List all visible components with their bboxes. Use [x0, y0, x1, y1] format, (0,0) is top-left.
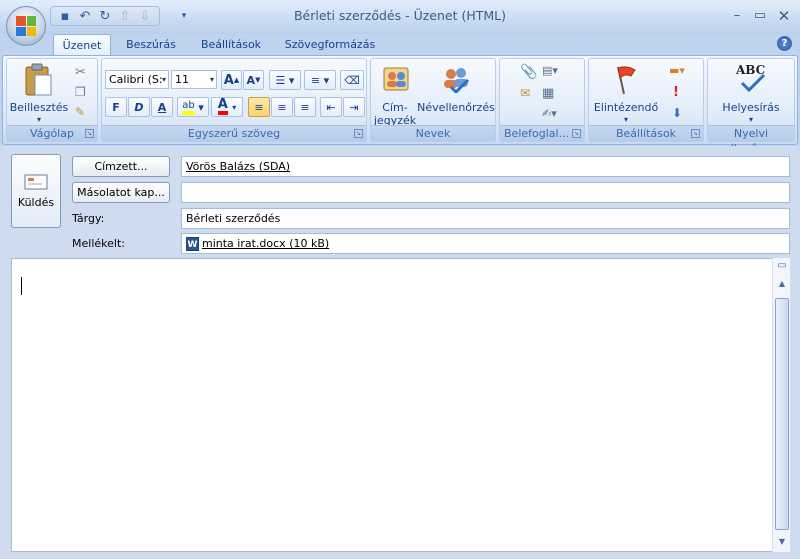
basic-text-launcher-icon[interactable]: ↘ — [354, 129, 363, 138]
send-label: Küldés — [17, 195, 55, 209]
chevron-down-icon: ▾ — [209, 75, 214, 84]
ribbon-tabs: Üzenet Beszúrás Beállítások Szövegformáz… — [0, 34, 800, 56]
attach-file-icon[interactable]: 📎 — [520, 64, 537, 80]
scroll-up-icon[interactable]: ▲ — [774, 276, 790, 292]
spelling-button[interactable]: ABC Helyesírás ▾ — [710, 61, 792, 125]
vertical-scrollbar[interactable]: ▭ ▲ ▼ — [772, 258, 790, 552]
include-launcher-icon[interactable]: ↘ — [572, 129, 581, 138]
check-names-icon — [444, 68, 470, 93]
group-label-basic-text: Egyszerű szöveg — [102, 125, 366, 141]
categorize-icon[interactable]: ▬▾ — [669, 64, 685, 77]
bold-button[interactable]: F — [105, 97, 127, 117]
minimize-icon[interactable]: – — [728, 8, 746, 24]
group-label-names: Nevek — [371, 125, 495, 141]
help-icon[interactable]: ? — [777, 36, 792, 51]
flag-icon — [617, 66, 636, 95]
scroll-thumb[interactable] — [775, 298, 789, 530]
subject-field[interactable]: Bérleti szerződés — [181, 208, 790, 229]
address-book-label-1: Cím- — [382, 101, 408, 114]
group-label-options: Beállítások — [589, 125, 703, 141]
group-label-clipboard: Vágólap — [7, 125, 97, 141]
align-right-icon[interactable]: ≡ — [294, 97, 316, 117]
group-basic-text: Calibri (S: ▾ 11 ▾ A ▲ A ▼ ☰ ▾ ≡ ▾ ⌫ F D A a… — [101, 58, 367, 142]
font-name-value: Calibri (S: — [109, 73, 163, 86]
format-painter-icon[interactable]: ✎ — [75, 105, 85, 119]
word-document-icon: W — [186, 236, 199, 251]
calendar-icon[interactable]: ▦ — [542, 86, 554, 101]
high-importance-icon[interactable]: ! — [673, 85, 679, 100]
clipboard-launcher-icon[interactable]: ↘ — [85, 129, 94, 138]
decrease-indent-icon[interactable]: ⇤ — [320, 97, 342, 117]
align-center-icon[interactable]: ≡ — [271, 97, 293, 117]
increase-indent-icon[interactable]: ⇥ — [343, 97, 365, 117]
to-button[interactable]: Címzett... — [72, 156, 170, 177]
attachments-field[interactable]: W minta irat.docx (10 kB) — [181, 233, 790, 254]
paste-icon — [25, 63, 52, 96]
group-names: Cím- jegyzék Névellenőrzés Nevek — [370, 58, 496, 142]
font-color-icon[interactable]: A ▾ — [211, 97, 243, 117]
options-launcher-icon[interactable]: ↘ — [691, 129, 700, 138]
window-title: Bérleti szerződés - Üzenet (HTML) — [293, 8, 507, 23]
tab-options[interactable]: Beállítások — [192, 34, 270, 56]
chevron-down-icon: ▾ — [161, 75, 166, 84]
group-clipboard: Beillesztés ▾ ✂ ❐ ✎ Vágólap ↘ — [6, 58, 98, 142]
ribbon: Beillesztés ▾ ✂ ❐ ✎ Vágólap ↘ Calibri (S… — [2, 55, 798, 155]
paste-button[interactable]: Beillesztés ▾ — [9, 61, 69, 125]
ruler-toggle-icon[interactable]: ▭ — [774, 258, 790, 274]
cc-button[interactable]: Másolatot kap... — [72, 182, 170, 203]
tab-message[interactable]: Üzenet — [53, 34, 111, 56]
group-proofing: ABC Helyesírás ▾ Nyelvi ellenőrz... — [707, 58, 795, 155]
spelling-icon: ABC — [736, 63, 768, 95]
italic-button[interactable]: D — [128, 97, 150, 117]
highlight-icon[interactable]: ab ▾ — [177, 97, 209, 117]
business-card-icon[interactable]: ▤▾ — [542, 64, 558, 77]
font-size-value: 11 — [175, 73, 189, 86]
send-button[interactable]: Küldés — [11, 154, 61, 228]
font-size-combo[interactable]: 11 ▾ — [171, 70, 217, 89]
check-names-button[interactable]: Névellenőrzés — [417, 61, 495, 125]
office-button[interactable] — [6, 6, 46, 46]
cut-icon[interactable]: ✂ — [75, 65, 86, 80]
attached-label: Mellékelt: — [72, 237, 125, 250]
to-field[interactable]: Vörös Balázs (SDA) — [181, 156, 790, 177]
group-label-proofing: Nyelvi ellenőrz... — [708, 125, 794, 155]
shrink-font-icon[interactable]: A ▼ — [243, 70, 264, 90]
low-importance-icon[interactable]: ⬇ — [672, 106, 682, 120]
clear-formatting-icon[interactable]: ⌫ — [340, 70, 364, 90]
to-recipient[interactable]: Vörös Balázs (SDA) — [186, 160, 290, 173]
font-name-combo[interactable]: Calibri (S: ▾ — [105, 70, 169, 89]
group-include: 📎 ▤▾ ✉ ▦ ✍▾ Belefoglal... ↘ — [499, 58, 585, 142]
check-names-label: Névellenőrzés — [417, 101, 495, 114]
close-icon[interactable]: ✕ — [775, 8, 793, 24]
tab-format-text[interactable]: Szövegformázás — [278, 34, 382, 56]
envelope-icon — [24, 174, 48, 189]
tab-insert[interactable]: Beszúrás — [118, 34, 184, 56]
office-logo-icon — [16, 16, 36, 36]
scroll-down-icon[interactable]: ▼ — [774, 534, 790, 550]
group-options: Elintézendő ▾ ▬▾ ! ⬇ Beállítások ↘ — [588, 58, 704, 142]
numbering-icon[interactable]: ≡ ▾ — [304, 70, 336, 90]
follow-up-button[interactable]: Elintézendő ▾ — [591, 61, 661, 125]
address-book-icon — [383, 67, 409, 91]
text-cursor — [21, 277, 22, 295]
signature-icon[interactable]: ✍▾ — [542, 107, 557, 120]
underline-button[interactable]: A — [151, 97, 173, 117]
address-book-button[interactable]: Cím- jegyzék — [373, 61, 417, 127]
grow-font-icon[interactable]: A ▲ — [221, 70, 242, 90]
attachment-link[interactable]: minta irat.docx (10 kB) — [202, 234, 329, 253]
align-left-icon[interactable]: ≡ — [248, 97, 270, 117]
bullets-icon[interactable]: ☰ ▾ — [269, 70, 301, 90]
cc-field[interactable] — [181, 182, 790, 203]
subject-label: Tárgy: — [72, 212, 105, 225]
attach-item-icon[interactable]: ✉ — [520, 86, 530, 100]
copy-icon[interactable]: ❐ — [75, 85, 86, 99]
message-body[interactable] — [11, 258, 790, 552]
maximize-icon[interactable]: ▭ — [751, 8, 769, 24]
